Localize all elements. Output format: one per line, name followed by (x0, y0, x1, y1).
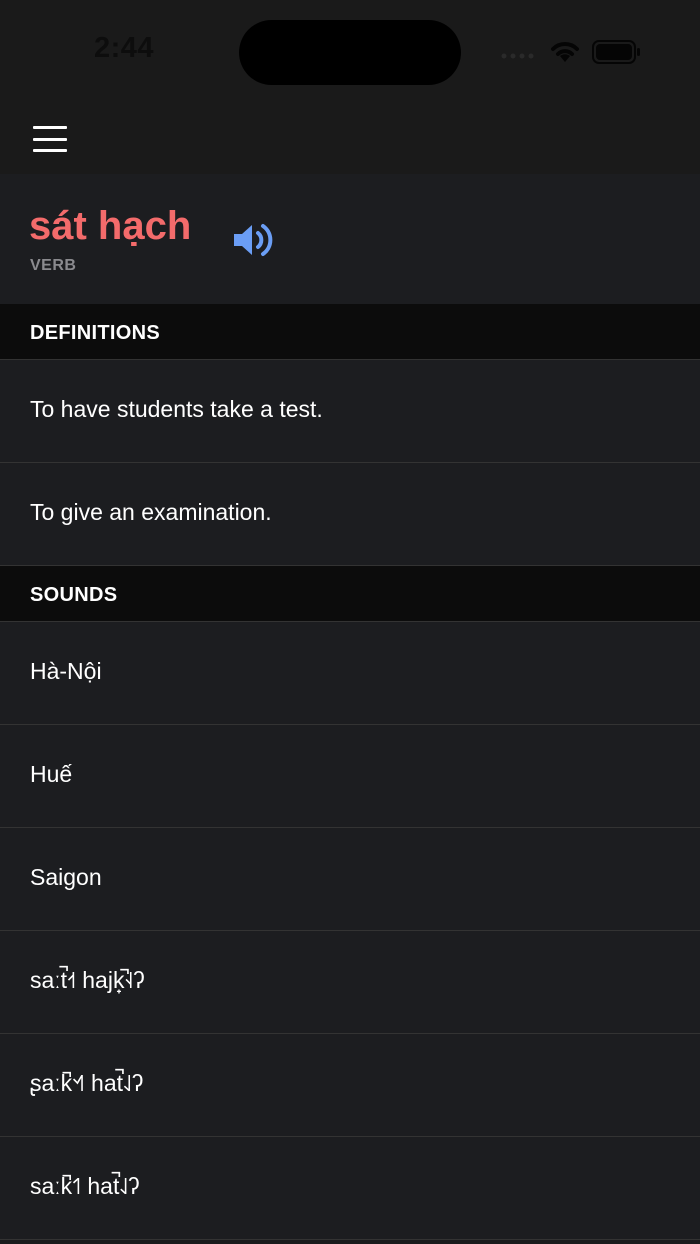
status-time: 2:44 (94, 32, 155, 64)
sound-row[interactable]: Saigon (0, 828, 700, 931)
word-title: sát hạch (29, 204, 192, 248)
ipa-text: ʂaːk̚˦˧˥ hat̚˨˩ʔ (30, 1070, 144, 1096)
sound-row[interactable]: ʂaːk̚˦˧˥ hat̚˨˩ʔ (0, 1034, 700, 1137)
sound-text: Saigon (30, 864, 102, 890)
definitions-section-header: DEFINITIONS (0, 304, 700, 360)
cellular-signal-icon (501, 53, 534, 59)
section-title: SOUNDS (30, 584, 118, 606)
ipa-text: saːt̚˧˦ hajk̟̚˧˨ʔ (30, 967, 145, 993)
definition-row[interactable]: To have students take a test. (0, 360, 700, 463)
wifi-icon (551, 42, 579, 62)
sound-text: Hà-Nội (30, 658, 102, 684)
definition-text: To have students take a test. (30, 396, 323, 422)
sound-row[interactable]: Huế (0, 725, 700, 828)
part-of-speech: VERB (30, 257, 77, 274)
sound-row[interactable]: saːk̚˦˥ hat̚˨˩ʔ (0, 1137, 700, 1240)
speaker-icon[interactable] (232, 220, 276, 260)
sound-text: Huế (30, 761, 73, 787)
dynamic-island (239, 20, 461, 85)
ipa-text: saːk̚˦˥ hat̚˨˩ʔ (30, 1173, 140, 1199)
navigation-bar (0, 104, 700, 174)
sounds-section-header: SOUNDS (0, 566, 700, 622)
hamburger-menu-icon[interactable] (30, 122, 70, 156)
sound-row[interactable]: saːt̚˧˦ hajk̟̚˧˨ʔ (0, 931, 700, 1034)
definition-text: To give an examination. (30, 499, 272, 525)
word-header: sát hạch VERB (0, 174, 700, 304)
battery-icon (592, 40, 640, 64)
status-bar: 2:44 (0, 0, 700, 104)
section-title: DEFINITIONS (30, 322, 160, 344)
definition-row[interactable]: To give an examination. (0, 463, 700, 566)
sound-row[interactable]: Hà-Nội (0, 622, 700, 725)
